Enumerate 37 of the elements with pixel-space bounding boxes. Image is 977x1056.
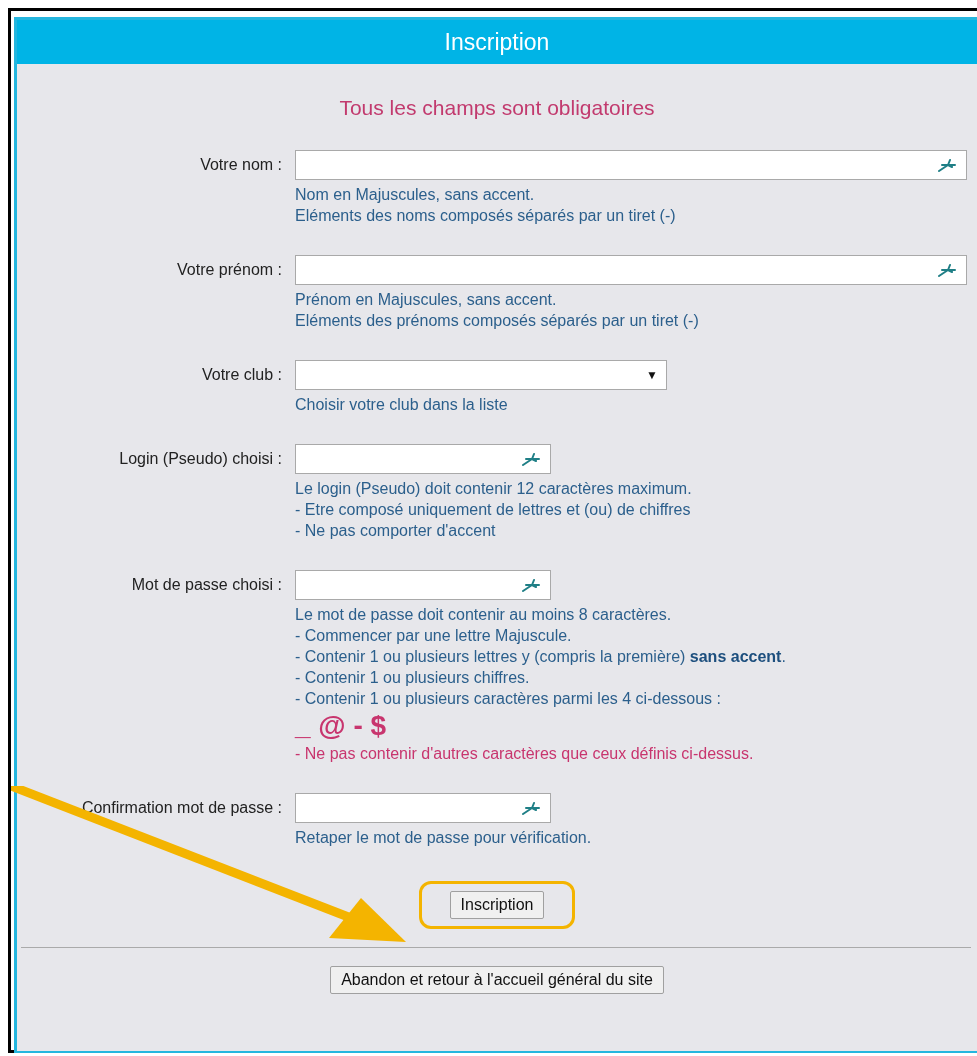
pen-icon (522, 578, 542, 592)
hint-text: Le mot de passe doit contenir au moins 8 caractères. (295, 605, 673, 625)
input-field[interactable] (295, 255, 967, 285)
input-field[interactable] (295, 570, 551, 600)
hint-text: Le login (Pseudo) doit contenir 12 caractères maximum. (295, 479, 693, 499)
panel-title: Inscription (17, 20, 977, 64)
hint-text: - Etre composé uniquement de lettres et (ou) de chiffres (295, 500, 692, 520)
hint-text: - Contenir 1 ou plusieurs chiffres. (295, 668, 531, 688)
club-select[interactable]: ▼ (295, 360, 667, 390)
hint-text: Nom en Majuscules, sans accent. (295, 185, 536, 205)
field-label: Confirmation mot de passe : (81, 798, 282, 818)
hint-text: - Commencer par une lettre Majuscule. (295, 626, 573, 646)
hint-text: Eléments des noms composés séparés par un tiret (-) (295, 206, 677, 226)
pen-icon (522, 801, 542, 815)
field-label: Votre prénom : (177, 260, 282, 280)
hint-text: Choisir votre club dans la liste (295, 395, 509, 415)
hint-text: - Contenir 1 ou plusieurs lettres y (compris la première) sans accent. (295, 647, 787, 667)
allowed-symbols: _ @ - $ (295, 709, 388, 743)
hint-text: Prénom en Majuscules, sans accent. (295, 290, 558, 310)
field-label: Login (Pseudo) choisi : (119, 449, 282, 469)
input-field[interactable] (295, 444, 551, 474)
hint-text: - Ne pas comporter d'accent (295, 521, 497, 541)
input-field[interactable] (295, 150, 967, 180)
pen-icon (938, 263, 958, 277)
field-label: Votre nom : (200, 155, 282, 175)
input-field[interactable] (295, 793, 551, 823)
submit-button[interactable]: Inscription (449, 891, 545, 919)
hint-text: - Contenir 1 ou plusieurs caractères parmi les 4 ci-dessous : (295, 689, 722, 709)
field-label: Mot de passe choisi : (131, 575, 282, 595)
pen-icon (522, 452, 542, 466)
pen-icon (938, 158, 958, 172)
required-notice: Tous les champs sont obligatoires (338, 96, 656, 120)
hint-text: Eléments des prénoms composés séparés par un tiret (-) (295, 311, 700, 331)
cancel-button[interactable]: Abandon et retour à l'accueil général du site (330, 966, 664, 994)
hint-text: Retaper le mot de passe pour vérification. (295, 828, 593, 848)
warning-text: - Ne pas contenir d'autres caractères que ceux définis ci-dessus. (295, 744, 755, 764)
field-label: Votre club : (201, 365, 282, 385)
